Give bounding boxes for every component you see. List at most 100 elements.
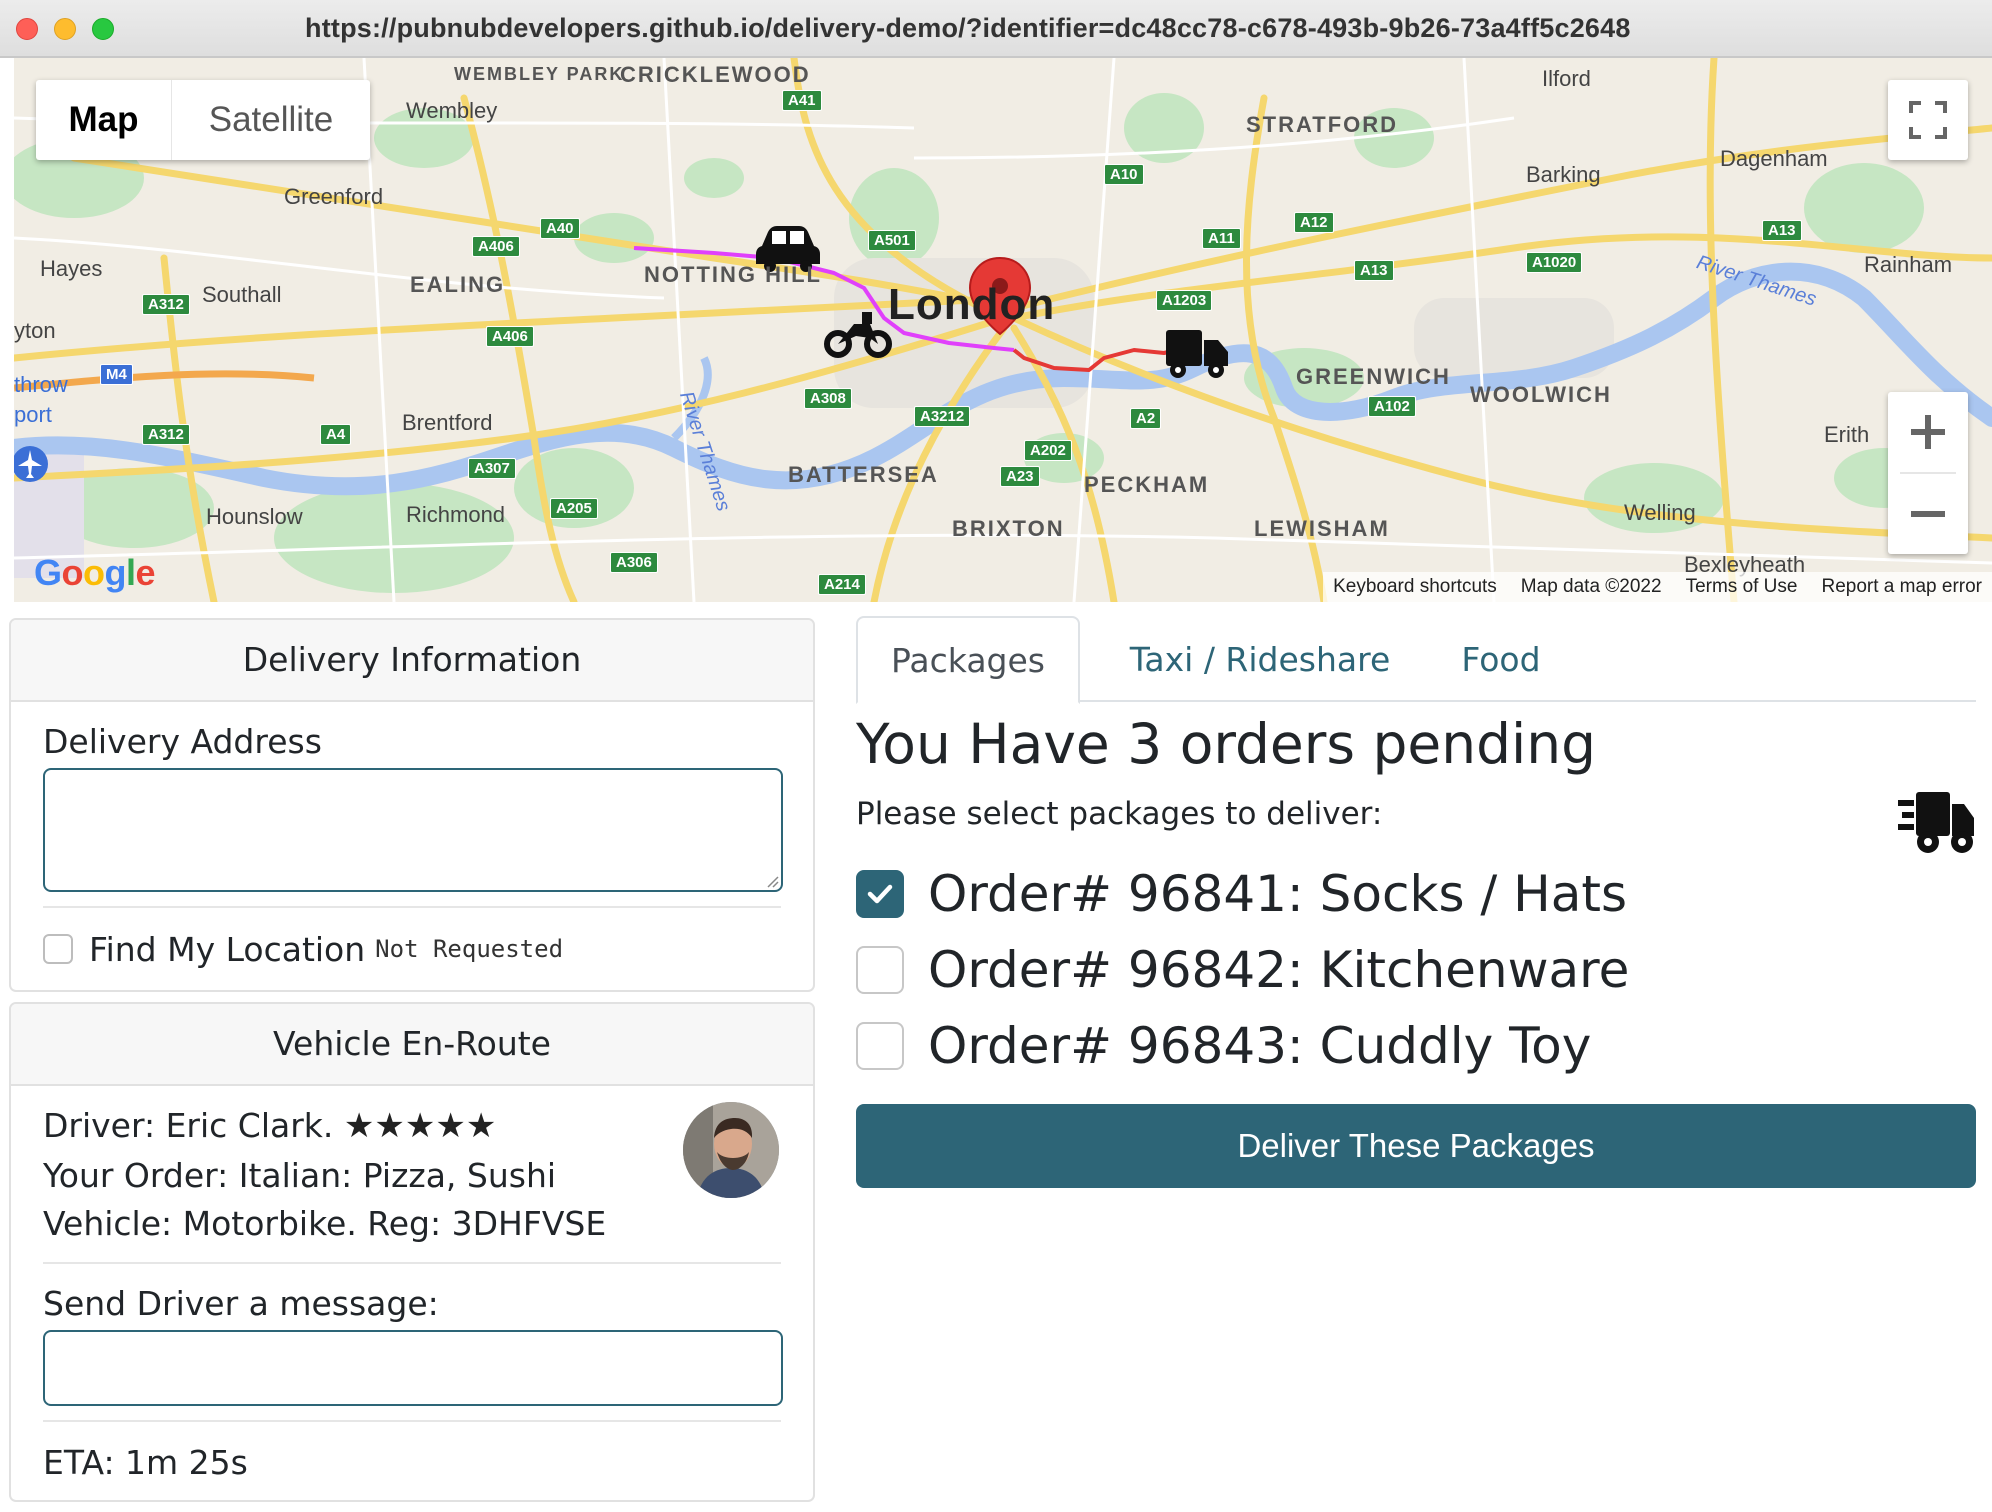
deliver-packages-button[interactable]: Deliver These Packages	[856, 1104, 1976, 1188]
message-row: Send Driver a message:	[43, 1264, 783, 1422]
location-status: Not Requested	[375, 935, 564, 963]
resize-handle-icon	[767, 876, 779, 888]
order-label[interactable]: Order# 96843: Cuddly Toy	[928, 1017, 1591, 1075]
road-shield: A308	[804, 388, 852, 409]
map-label: WEMBLEY PARK	[454, 64, 625, 84]
map-type-satellite-button[interactable]: Satellite	[172, 80, 370, 160]
zoom-window-button[interactable]	[92, 18, 114, 40]
address-bar-url[interactable]: https://pubnubdevelopers.github.io/deliv…	[305, 13, 1631, 44]
vehicle-details: Vehicle: Motorbike. Reg: 3DHFVSE	[43, 1204, 607, 1243]
road-shield: A501	[868, 230, 916, 251]
tab-packages[interactable]: Packages	[856, 616, 1080, 704]
zoom-control	[1888, 392, 1968, 554]
map-label: Welling	[1624, 500, 1696, 525]
tab-food[interactable]: Food	[1436, 616, 1566, 702]
address-row: Delivery Address	[43, 702, 783, 908]
road-shield: A102	[1368, 396, 1416, 417]
map-type-control: Map Satellite	[36, 80, 370, 160]
pending-orders-heading: You Have 3 orders pending	[856, 712, 1597, 776]
map-label: Hounslow	[206, 504, 303, 529]
road-shield: A1020	[1526, 252, 1583, 273]
road-shield: A312	[142, 424, 190, 445]
card-title: Vehicle En-Route	[11, 1004, 813, 1086]
map-label: BATTERSEA	[788, 462, 939, 487]
map-label: NOTTING HILL	[644, 262, 822, 287]
fullscreen-button[interactable]	[1888, 80, 1968, 160]
road-shield: A406	[472, 236, 520, 257]
keyboard-shortcuts-link[interactable]: Keyboard shortcuts	[1333, 576, 1497, 598]
map-label: GREENWICH	[1296, 364, 1451, 389]
road-shield: A41	[782, 90, 822, 111]
driver-message-input[interactable]	[43, 1330, 783, 1406]
map-label: WOOLWICH	[1470, 382, 1612, 407]
report-error-link[interactable]: Report a map error	[1821, 576, 1982, 598]
road-shield: A307	[468, 458, 516, 479]
find-location-label[interactable]: Find My Location	[89, 930, 365, 969]
road-shield: A23	[1000, 466, 1040, 487]
map-label: Barking	[1526, 162, 1601, 187]
map-label: Greenford	[284, 184, 384, 209]
delivery-information-card: Delivery Information Delivery Address Fi…	[9, 618, 815, 992]
map-label: Richmond	[406, 502, 506, 527]
map-label: Brentford	[402, 410, 493, 435]
eta-row: ETA: 1m 25s	[43, 1422, 781, 1500]
road-shield: A406	[486, 326, 534, 347]
map-label: Ilford	[1542, 66, 1591, 91]
order-option: Order# 96843: Cuddly Toy	[856, 1016, 1591, 1076]
order-label[interactable]: Order# 96842: Kitchenware	[928, 941, 1629, 999]
map-label: Hayes	[40, 256, 103, 281]
map-label: port	[14, 402, 52, 427]
minimize-window-button[interactable]	[54, 18, 76, 40]
map-label: throw	[14, 372, 68, 397]
map-type-map-button[interactable]: Map	[36, 80, 172, 160]
road-shield: A12	[1294, 212, 1334, 233]
road-shield: A4	[320, 424, 352, 445]
map-label: STRATFORD	[1246, 112, 1399, 137]
map-label: Wembley	[406, 98, 498, 123]
road-shield: A10	[1104, 164, 1144, 185]
shipping-fast-icon	[1898, 792, 1974, 853]
road-shield: A202	[1024, 440, 1072, 461]
tab-taxi-rideshare[interactable]: Taxi / Rideshare	[1108, 616, 1412, 702]
minus-icon	[1911, 511, 1945, 517]
road-shield: A1203	[1156, 290, 1213, 311]
map-label: BRIXTON	[952, 516, 1065, 541]
card-title: Delivery Information	[11, 620, 813, 702]
order-summary: Your Order: Italian: Pizza, Sushi	[43, 1156, 557, 1195]
road-shield: A13	[1354, 260, 1394, 281]
road-shield: M4	[100, 364, 133, 385]
map-label: Dagenham	[1720, 146, 1828, 171]
address-label: Delivery Address	[43, 722, 322, 761]
order-checkbox[interactable]	[856, 946, 904, 994]
delivery-address-input[interactable]	[43, 768, 783, 892]
road-shield: A3212	[914, 406, 971, 427]
order-checkbox[interactable]	[856, 1022, 904, 1070]
browser-titlebar: https://pubnubdevelopers.github.io/deliv…	[0, 0, 1992, 58]
service-tabs: Packages Taxi / Rideshare Food	[856, 616, 1976, 704]
order-checkbox[interactable]	[856, 870, 904, 918]
driver-avatar	[683, 1102, 779, 1198]
road-shield: A11	[1202, 228, 1241, 249]
order-label[interactable]: Order# 96841: Socks / Hats	[928, 865, 1627, 923]
road-shield: A2	[1130, 408, 1162, 429]
find-location-row: Find My Location Not Requested	[43, 908, 781, 990]
map-label: EALING	[410, 272, 506, 297]
zoom-in-button[interactable]	[1888, 392, 1968, 472]
star-rating: ★★★★★	[343, 1106, 497, 1146]
close-window-button[interactable]	[16, 18, 38, 40]
order-option: Order# 96842: Kitchenware	[856, 940, 1629, 1000]
zoom-out-button[interactable]	[1888, 474, 1968, 554]
road-shield: A205	[550, 498, 598, 519]
fullscreen-icon	[1909, 101, 1947, 139]
map-label: Southall	[202, 282, 282, 307]
driver-photo-icon	[683, 1102, 779, 1198]
message-label: Send Driver a message:	[43, 1284, 439, 1323]
map-label: LEWISHAM	[1254, 516, 1390, 541]
driver-info-row: Driver: Eric Clark. ★★★★★ Your Order: It…	[43, 1086, 781, 1264]
find-location-checkbox[interactable]	[43, 934, 73, 964]
plus-icon	[1911, 415, 1945, 449]
map-view[interactable]: WEMBLEY PARK CRICKLEWOOD STRATFORD EALIN…	[14, 58, 1992, 602]
eta-text: ETA: 1m 25s	[43, 1442, 248, 1482]
vehicle-en-route-card: Vehicle En-Route Driver: Eric Clark. ★★★…	[9, 1002, 815, 1502]
terms-link[interactable]: Terms of Use	[1686, 576, 1798, 598]
